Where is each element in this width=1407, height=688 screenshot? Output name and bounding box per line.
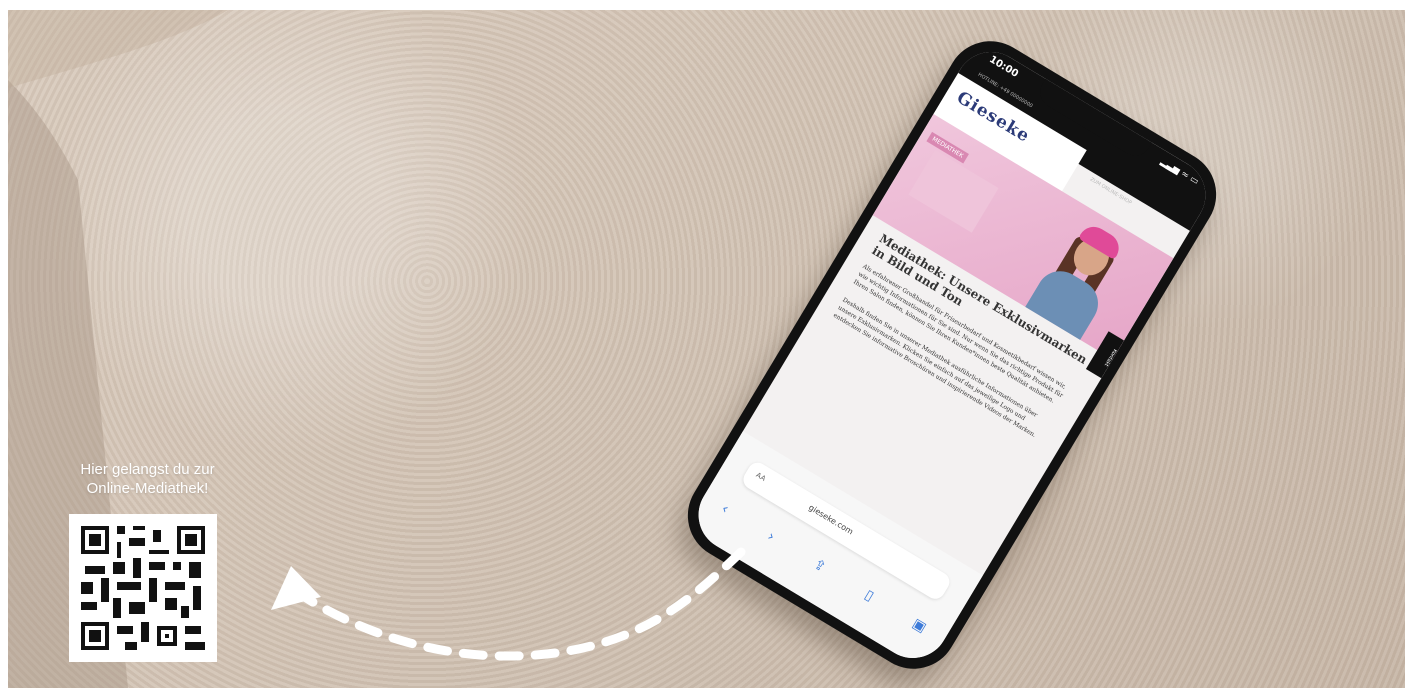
qr-code[interactable] <box>69 514 217 662</box>
dashed-arrow <box>271 547 746 661</box>
qr-caption-line-2: Online-Mediathek! <box>86 480 209 497</box>
hero-panel <box>908 150 999 233</box>
bookmarks-icon[interactable]: ▯ <box>862 587 877 605</box>
tabs-icon[interactable]: ▣ <box>909 616 929 637</box>
photo-background: 10:00 ▂▃▅ ≈ ▭ HOTLINE: +49 00000000 Gies… <box>8 10 1405 688</box>
qr-caption-line-1: Hier gelangst du zur <box>80 461 215 478</box>
url-text: gieseke.com <box>807 502 855 537</box>
back-icon[interactable]: ‹ <box>718 501 731 518</box>
qr-caption: Hier gelangst du zur Online-Mediathek! <box>55 460 240 498</box>
phone-mockup: 10:00 ▂▃▅ ≈ ▭ HOTLINE: +49 00000000 Gies… <box>671 24 1233 686</box>
share-icon[interactable]: ⇪ <box>810 556 828 576</box>
forward-icon[interactable]: › <box>764 528 777 545</box>
reader-aa-button[interactable]: AA <box>755 471 768 483</box>
phone-screen: 10:00 ▂▃▅ ≈ ▭ HOTLINE: +49 00000000 Gies… <box>685 38 1219 672</box>
qr-code-icon <box>77 522 209 654</box>
